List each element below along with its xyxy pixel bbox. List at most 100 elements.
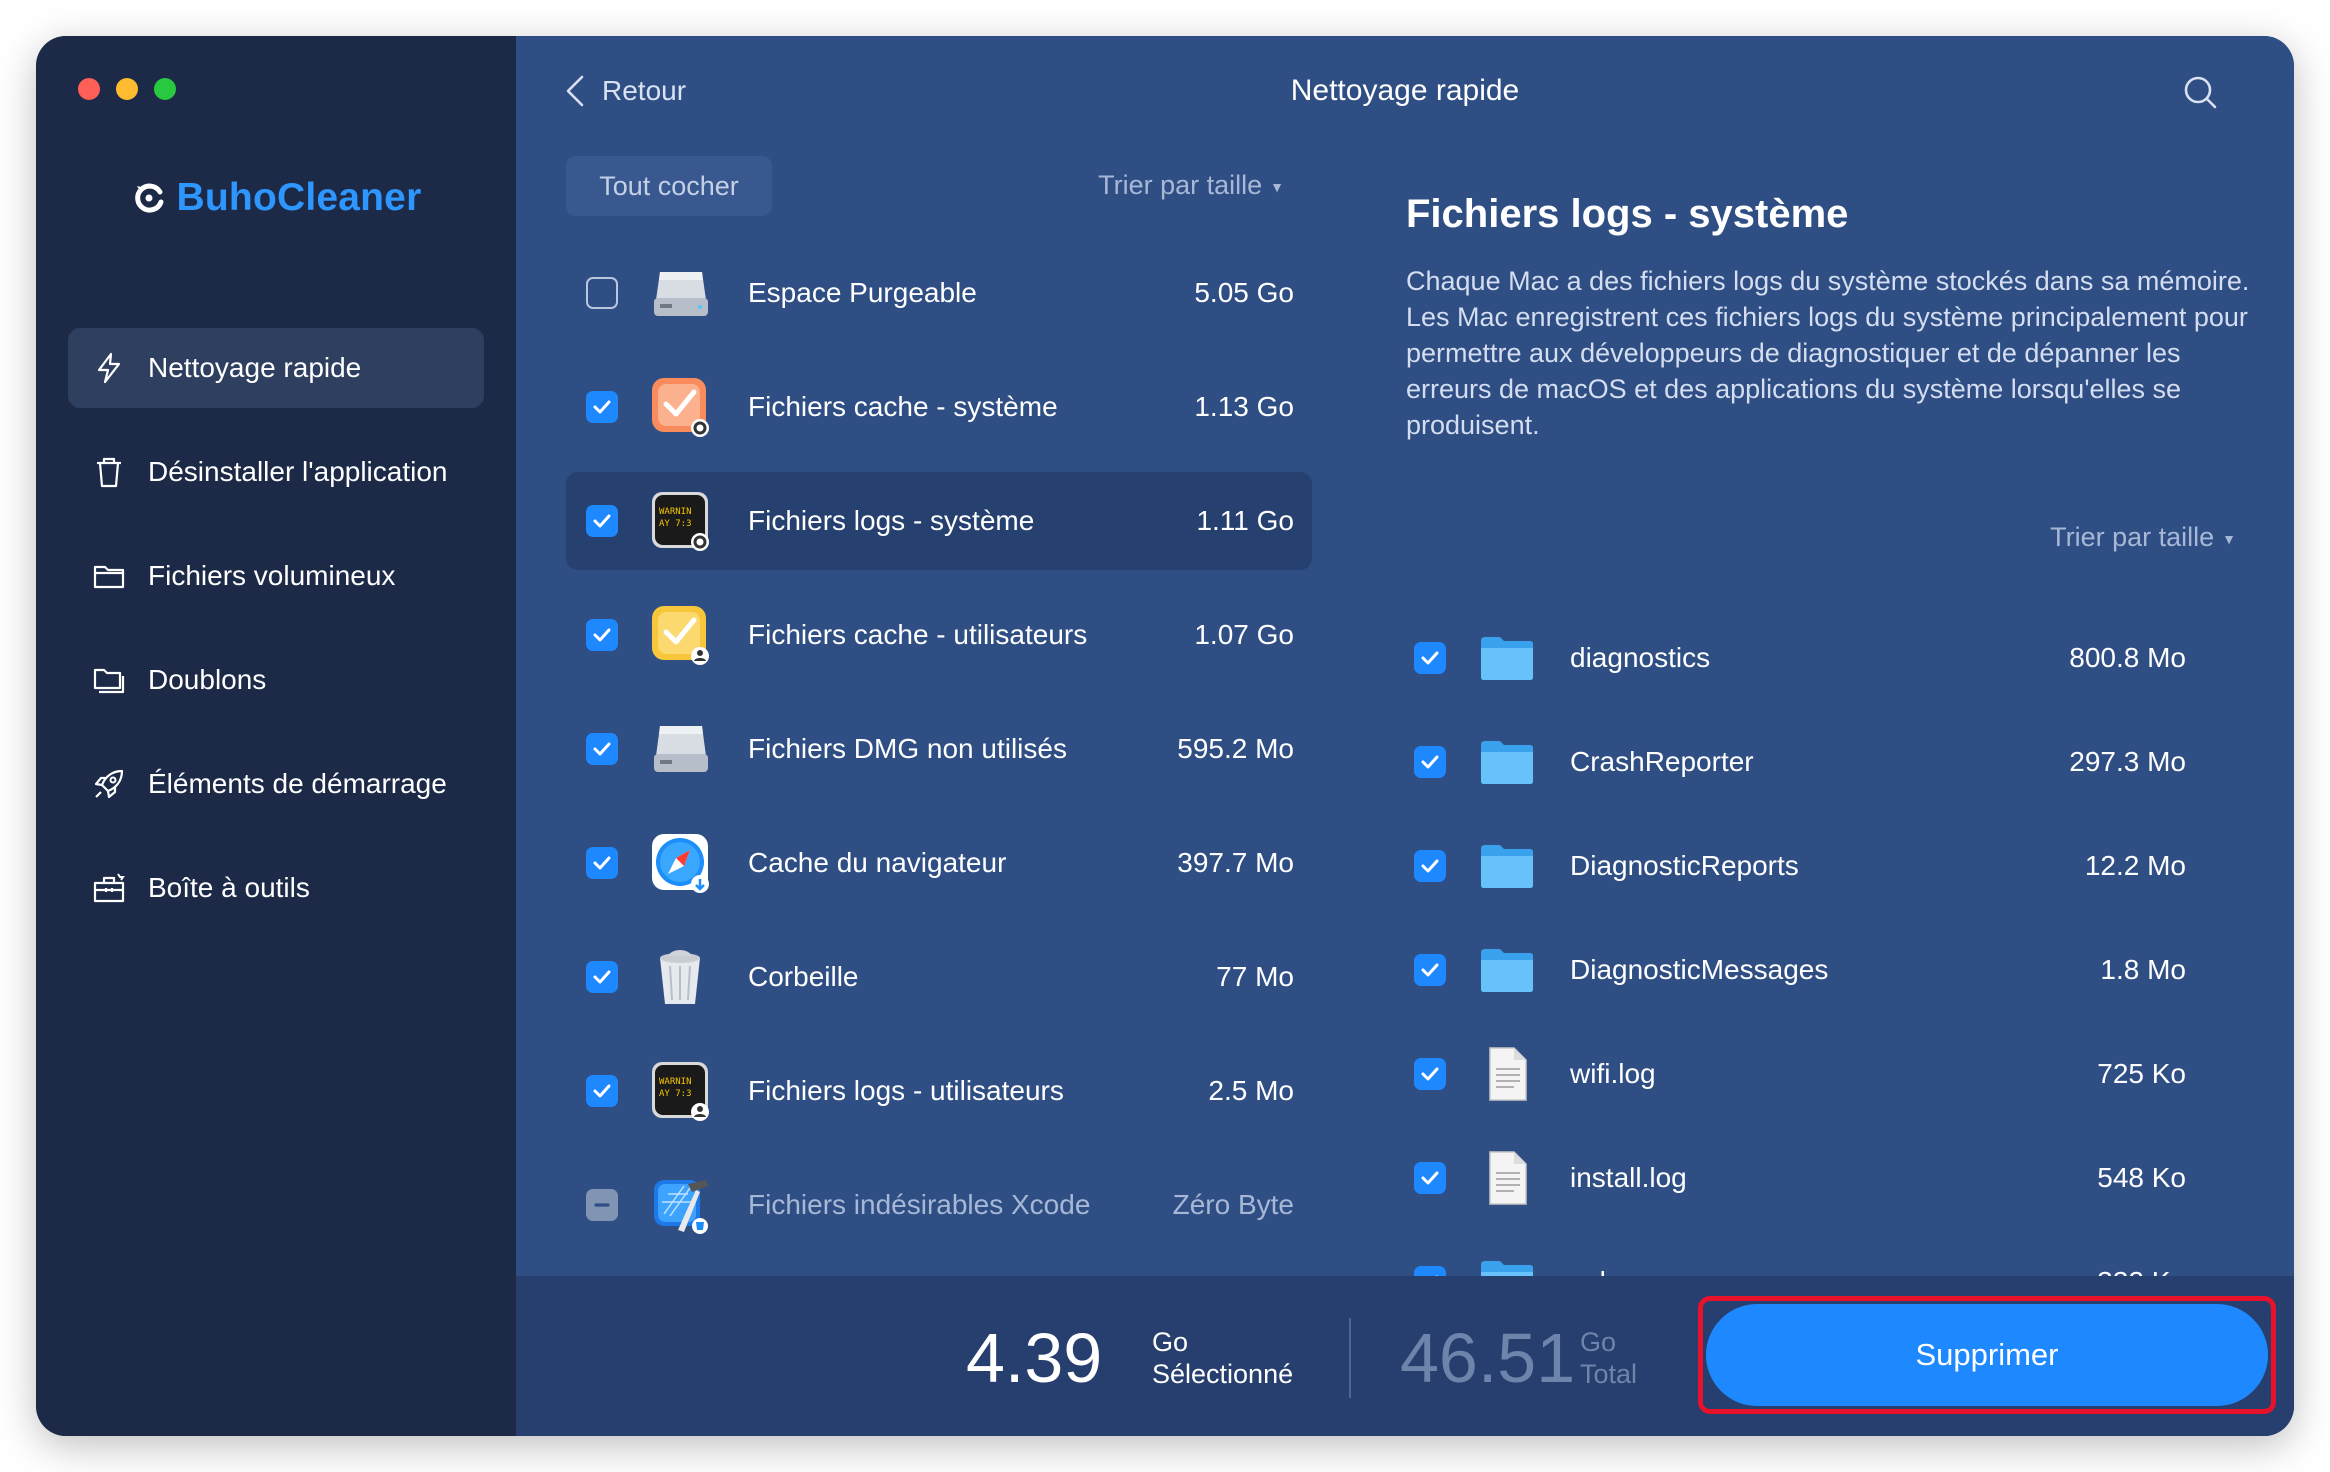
list-item[interactable]: Espace Purgeable 5.05 Go: [566, 244, 1312, 342]
list-item[interactable]: Cache du navigateur 397.7 Mo: [566, 814, 1312, 912]
item-label: Espace Purgeable: [748, 277, 977, 308]
sidebar-item-label: Boîte à outils: [148, 872, 310, 903]
file-row[interactable]: DiagnosticMessages 1.8 Mo: [1406, 918, 2216, 1022]
folder-icon: [1478, 629, 1536, 687]
item-size: 1.11 Go: [1196, 505, 1294, 536]
detail-panel: Fichiers logs - système Chaque Mac a des…: [1406, 156, 2266, 552]
category-list: Tout cocher Trier par taille ▼ Espace Pur…: [566, 156, 1312, 1270]
checkbox[interactable]: [1414, 954, 1446, 986]
top-bar: Retour Nettoyage rapide: [516, 36, 2294, 146]
total-caption: Go Total: [1580, 1326, 1637, 1390]
checkbox[interactable]: [1414, 642, 1446, 674]
list-item[interactable]: Corbeille 77 Mo: [566, 928, 1312, 1026]
sidebar-item-label: Nettoyage rapide: [148, 352, 362, 383]
log-icon-text: WARNIN: [659, 1077, 692, 1087]
file-row[interactable]: wifi.log 725 Ko: [1406, 1022, 2216, 1126]
total-label: Total: [1580, 1359, 1638, 1389]
checkmark-icon: [593, 970, 611, 984]
checkbox[interactable]: [586, 733, 618, 765]
window-controls: [78, 78, 176, 100]
list-item[interactable]: Fichiers cache - utilisateurs 1.07 Go: [566, 586, 1312, 684]
folder-icon: [92, 559, 126, 593]
file-row[interactable]: DiagnosticReports 12.2 Mo: [1406, 814, 2216, 918]
checkbox[interactable]: [586, 277, 618, 309]
file-size: 800.8 Mo: [2069, 642, 2186, 673]
zoom-window-button[interactable]: [154, 78, 176, 100]
checkbox[interactable]: [586, 619, 618, 651]
select-all-button[interactable]: Tout cocher: [566, 156, 772, 216]
search-icon[interactable]: [2182, 74, 2218, 110]
app-logo: BuhoCleaner: [36, 176, 516, 220]
file-name: install.log: [1570, 1162, 1687, 1193]
checkbox[interactable]: [586, 505, 618, 537]
file-row[interactable]: install.log 548 Ko: [1406, 1126, 2216, 1230]
selected-unit: Go: [1152, 1327, 1189, 1357]
list-item[interactable]: Fichiers DMG non utilisés 595.2 Mo: [566, 700, 1312, 798]
toolbox-icon: [92, 871, 126, 905]
checkbox[interactable]: [586, 847, 618, 879]
folder-icon: [1478, 837, 1536, 895]
checkmark-icon: [1421, 1067, 1439, 1081]
sidebar-item-label: Doublons: [148, 664, 267, 695]
checkmark-icon: [1421, 963, 1439, 977]
item-label: Cache du navigateur: [748, 847, 1007, 878]
list-item[interactable]: Fichiers indésirables Xcode Zéro Byte: [566, 1156, 1312, 1254]
list-item[interactable]: WARNIN AY 7:3 Fichiers logs - système 1.1…: [566, 472, 1312, 570]
checkmark-icon: [593, 400, 611, 414]
item-size: 1.13 Go: [1194, 391, 1294, 422]
sidebar-item-startup[interactable]: Éléments de démarrage: [68, 744, 484, 824]
detail-sort-dropdown[interactable]: Trier par taille ▼: [2050, 522, 2236, 553]
file-size: 548 Ko: [2097, 1162, 2186, 1193]
page-title: Nettoyage rapide: [1290, 74, 1520, 107]
detail-title: Fichiers logs - système: [1406, 192, 1849, 236]
log-icon-text: AY 7:3: [659, 519, 692, 529]
checkbox[interactable]: [1414, 850, 1446, 882]
item-size: 1.07 Go: [1194, 619, 1294, 650]
checkbox[interactable]: [1414, 1162, 1446, 1194]
caret-down-icon: ▼: [2222, 530, 2236, 547]
delete-button[interactable]: Supprimer: [1706, 1304, 2268, 1406]
sort-dropdown[interactable]: Trier par taille ▼: [1098, 170, 1284, 201]
sidebar-item-quick-clean[interactable]: Nettoyage rapide: [68, 328, 484, 408]
footer-divider: [1349, 1318, 1351, 1398]
checkbox[interactable]: [586, 1189, 618, 1221]
item-size: 595.2 Mo: [1177, 733, 1294, 764]
checkbox[interactable]: [586, 961, 618, 993]
list-item[interactable]: WARNIN AY 7:3 Fichiers logs - utilisateur…: [566, 1042, 1312, 1140]
document-icon: [1478, 1045, 1536, 1103]
log-icon-text: AY 7:3: [659, 1089, 692, 1099]
file-name: DiagnosticMessages: [1570, 954, 1829, 985]
item-label: Fichiers logs - système: [748, 505, 1035, 536]
checkbox[interactable]: [1414, 746, 1446, 778]
list-item[interactable]: Fichiers cache - système 1.13 Go: [566, 358, 1312, 456]
sidebar-item-large-files[interactable]: Fichiers volumineux: [68, 536, 484, 616]
item-label: Fichiers logs - utilisateurs: [748, 1075, 1064, 1106]
close-window-button[interactable]: [78, 78, 100, 100]
checkbox[interactable]: [1414, 1058, 1446, 1090]
file-row[interactable]: CrashReporter 297.3 Mo: [1406, 710, 2216, 814]
checkmark-icon: [1421, 755, 1439, 769]
checkbox[interactable]: [586, 1075, 618, 1107]
file-row[interactable]: diagnostics 800.8 Mo: [1406, 606, 2216, 710]
checkmark-icon: [1421, 651, 1439, 665]
sidebar-item-uninstall[interactable]: Désinstaller l'application: [68, 432, 484, 512]
drive-icon: [648, 260, 714, 326]
sidebar-item-duplicates[interactable]: Doublons: [68, 640, 484, 720]
checkmark-icon: [593, 742, 611, 756]
checkbox[interactable]: [586, 391, 618, 423]
document-icon: [1478, 1149, 1536, 1207]
minus-icon: [594, 1203, 610, 1207]
sidebar-item-toolbox[interactable]: Boîte à outils: [68, 848, 484, 928]
item-label: Fichiers indésirables Xcode: [748, 1189, 1091, 1220]
item-label: Corbeille: [748, 961, 859, 992]
xcode-icon: [648, 1172, 714, 1238]
trash-bin-icon: [648, 944, 714, 1010]
list-header: Tout cocher Trier par taille ▼: [566, 156, 1312, 216]
selected-size: 4.39: [966, 1319, 1103, 1397]
sidebar-item-label: Désinstaller l'application: [148, 456, 448, 487]
file-size: 297.3 Mo: [2069, 746, 2186, 777]
sort-label: Trier par taille: [2050, 522, 2215, 552]
minimize-window-button[interactable]: [116, 78, 138, 100]
checkmark-icon: [1421, 859, 1439, 873]
detail-description: Chaque Mac a des fichiers logs du systèm…: [1406, 266, 2250, 440]
